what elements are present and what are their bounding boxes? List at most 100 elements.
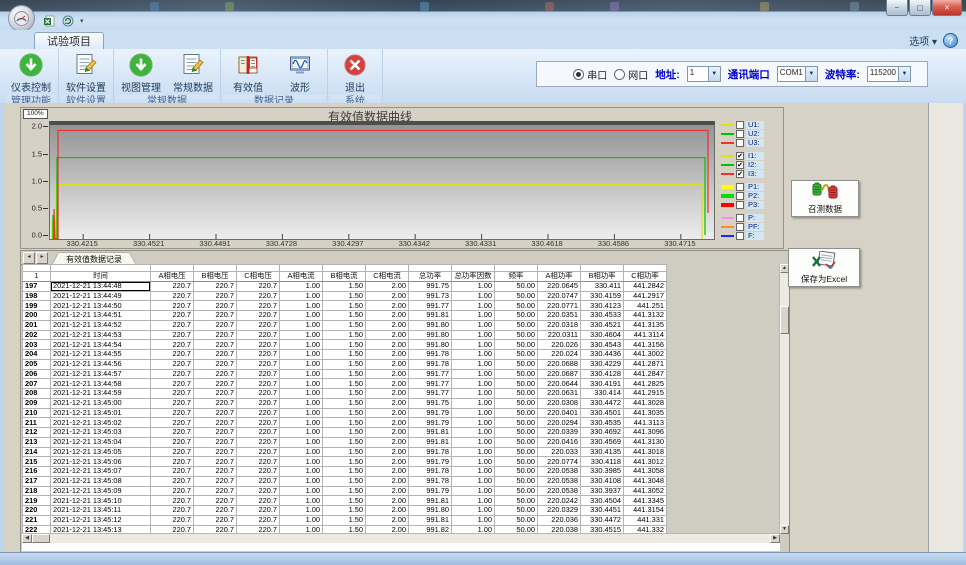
data-cell[interactable]: 1.00: [452, 320, 495, 330]
data-cell[interactable]: 220.7: [194, 330, 237, 340]
data-cell[interactable]: 1.00: [280, 428, 323, 438]
data-cell[interactable]: 220.7: [151, 496, 194, 506]
data-cell[interactable]: 2021-12-21 13:44:49: [51, 291, 151, 301]
data-cell[interactable]: 1.00: [452, 340, 495, 350]
data-cell[interactable]: 441.3018: [624, 447, 667, 457]
data-cell[interactable]: 441.2915: [624, 389, 667, 399]
data-cell[interactable]: 2021-12-21 13:44:58: [51, 379, 151, 389]
data-cell[interactable]: 2021-12-21 13:45:00: [51, 398, 151, 408]
data-cell[interactable]: 1.50: [323, 369, 366, 379]
data-cell[interactable]: 220.7: [151, 506, 194, 516]
data-cell[interactable]: 220.7: [237, 428, 280, 438]
legend-checkbox[interactable]: [736, 201, 744, 209]
help-icon[interactable]: ?: [943, 33, 958, 48]
data-cell[interactable]: 2.00: [366, 379, 409, 389]
data-cell[interactable]: 220.7: [194, 476, 237, 486]
data-cell[interactable]: 1.50: [323, 506, 366, 516]
data-cell[interactable]: 1.00: [452, 428, 495, 438]
data-cell[interactable]: 1.50: [323, 320, 366, 330]
ribbon-button-退出[interactable]: 退出: [329, 50, 381, 95]
data-cell[interactable]: 441.3035: [624, 408, 667, 418]
data-cell[interactable]: 220.7: [151, 515, 194, 525]
data-cell[interactable]: 220.7: [151, 350, 194, 360]
scroll-right-icon[interactable]: ▶: [770, 534, 780, 543]
data-cell[interactable]: 1.00: [452, 496, 495, 506]
data-cell[interactable]: 220.7: [151, 428, 194, 438]
data-cell[interactable]: 1.50: [323, 476, 366, 486]
data-cell[interactable]: 1.50: [323, 437, 366, 447]
data-cell[interactable]: 220.7: [194, 359, 237, 369]
data-cell[interactable]: 1.50: [323, 330, 366, 340]
data-cell[interactable]: 220.7: [151, 379, 194, 389]
data-cell[interactable]: 2021-12-21 13:45:10: [51, 496, 151, 506]
data-cell[interactable]: 991.77: [409, 301, 452, 311]
baud-rate-select[interactable]: 115200 ▼: [867, 66, 911, 82]
data-cell[interactable]: 1.00: [280, 437, 323, 447]
data-cell[interactable]: 2021-12-21 13:44:52: [51, 320, 151, 330]
data-cell[interactable]: 1.50: [323, 281, 366, 291]
data-cell[interactable]: 50.00: [495, 408, 538, 418]
data-cell[interactable]: 220.7: [151, 457, 194, 467]
retrieve-data-button[interactable]: 召测数据: [791, 180, 859, 217]
data-cell[interactable]: 220.7: [151, 340, 194, 350]
data-cell[interactable]: 220.7: [237, 369, 280, 379]
data-cell[interactable]: 441.251: [624, 301, 667, 311]
data-cell[interactable]: 1.00: [452, 467, 495, 477]
data-cell[interactable]: 2021-12-21 13:44:57: [51, 369, 151, 379]
data-cell[interactable]: 1.00: [452, 330, 495, 340]
data-cell[interactable]: 330.4569: [581, 437, 624, 447]
data-cell[interactable]: 991.80: [409, 506, 452, 516]
data-cell[interactable]: 330.4135: [581, 447, 624, 457]
scroll-down-icon[interactable]: ▼: [780, 525, 789, 534]
data-cell[interactable]: 991.77: [409, 369, 452, 379]
data-cell[interactable]: 330.414: [581, 389, 624, 399]
data-cell[interactable]: 991.79: [409, 408, 452, 418]
data-cell[interactable]: 220.033: [538, 447, 581, 457]
data-cell[interactable]: 1.50: [323, 447, 366, 457]
data-cell[interactable]: 220.7: [194, 447, 237, 457]
data-cell[interactable]: 220.7: [237, 486, 280, 496]
data-cell[interactable]: 1.00: [280, 408, 323, 418]
options-button[interactable]: 选项 ▾: [909, 33, 937, 48]
horizontal-scrollbar[interactable]: ◀ ▶: [22, 533, 780, 543]
data-cell[interactable]: 2021-12-21 13:45:11: [51, 506, 151, 516]
data-cell[interactable]: 1.50: [323, 291, 366, 301]
data-cell[interactable]: 1.00: [280, 350, 323, 360]
ribbon-button-仪表控制[interactable]: 仪表控制: [5, 50, 57, 95]
data-cell[interactable]: 50.00: [495, 476, 538, 486]
data-cell[interactable]: 220.7: [151, 369, 194, 379]
data-cell[interactable]: 1.00: [280, 311, 323, 321]
data-cell[interactable]: 2.00: [366, 467, 409, 477]
data-cell[interactable]: 220.7: [151, 447, 194, 457]
data-cell[interactable]: 220.024: [538, 350, 581, 360]
vertical-scroll-thumb[interactable]: [780, 306, 789, 334]
data-cell[interactable]: 220.0631: [538, 389, 581, 399]
data-cell[interactable]: 220.7: [237, 379, 280, 389]
data-cell[interactable]: 2021-12-21 13:45:01: [51, 408, 151, 418]
data-cell[interactable]: 1.50: [323, 359, 366, 369]
data-cell[interactable]: 220.0747: [538, 291, 581, 301]
data-cell[interactable]: 50.00: [495, 398, 538, 408]
data-cell[interactable]: 991.79: [409, 457, 452, 467]
data-cell[interactable]: 2021-12-21 13:45:06: [51, 457, 151, 467]
data-cell[interactable]: 220.7: [237, 359, 280, 369]
data-cell[interactable]: 991.81: [409, 311, 452, 321]
data-cell[interactable]: 1.50: [323, 379, 366, 389]
data-cell[interactable]: 2.00: [366, 359, 409, 369]
data-cell[interactable]: 1.00: [452, 418, 495, 428]
tab-scroll-right-icon[interactable]: ▸: [36, 252, 48, 264]
data-cell[interactable]: 441.2842: [624, 281, 667, 291]
legend-checkbox[interactable]: [736, 192, 744, 200]
data-cell[interactable]: 330.4436: [581, 350, 624, 360]
data-cell[interactable]: 441.3132: [624, 311, 667, 321]
data-cell[interactable]: 2.00: [366, 447, 409, 457]
data-cell[interactable]: 220.7: [194, 320, 237, 330]
data-cell[interactable]: 1.00: [452, 291, 495, 301]
legend-checkbox[interactable]: [736, 214, 744, 222]
data-cell[interactable]: 220.7: [151, 418, 194, 428]
data-cell[interactable]: 441.3002: [624, 350, 667, 360]
save-excel-button[interactable]: 保存为Excel: [788, 248, 860, 287]
data-cell[interactable]: 2021-12-21 13:44:48: [51, 281, 151, 291]
data-cell[interactable]: 220.0329: [538, 506, 581, 516]
data-cell[interactable]: 2.00: [366, 506, 409, 516]
